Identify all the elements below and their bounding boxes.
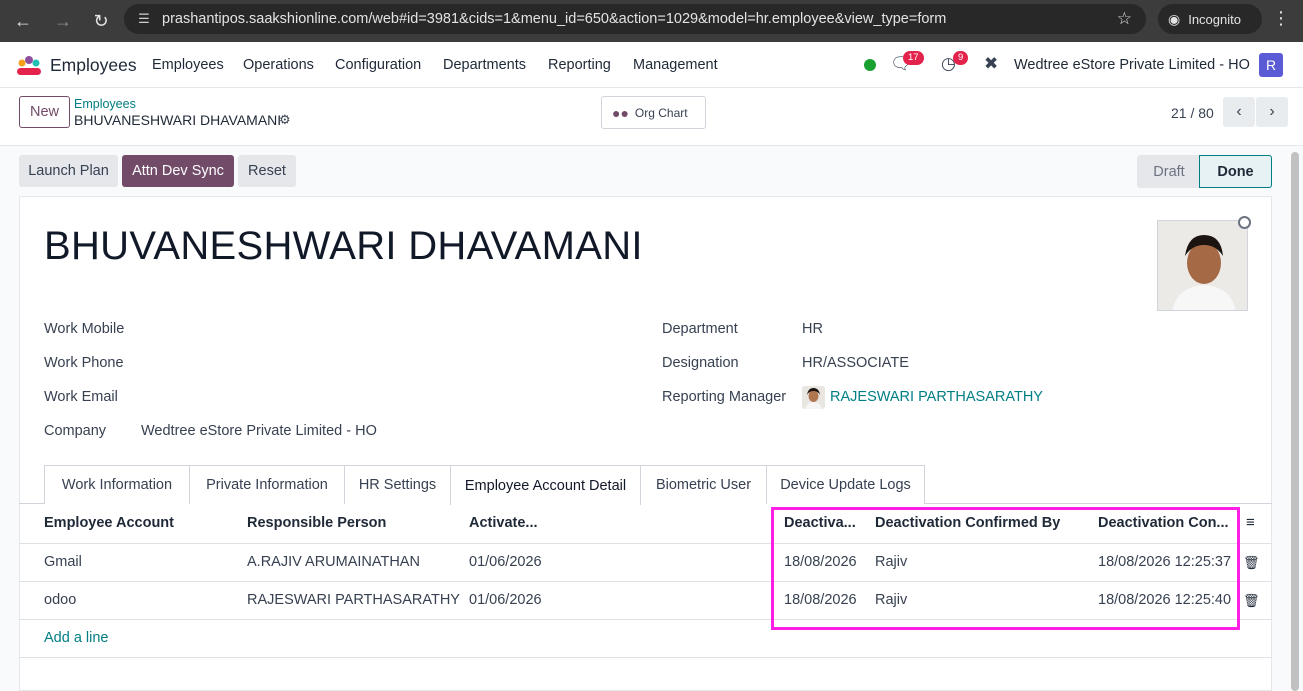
address-bar[interactable]: ☰ prashantipos.saakshionline.com/web#id=… [124,4,1146,34]
menu-management[interactable]: Management [633,57,718,73]
reload-icon[interactable]: ↻ [88,8,114,34]
browser-toolbar: ← → ↻ ☰ prashantipos.saakshionline.com/w… [0,0,1303,42]
gear-icon[interactable]: ⚙ [279,112,291,128]
work-phone-label: Work Phone [44,355,124,371]
status-draft[interactable]: Draft [1137,155,1201,188]
menu-operations[interactable]: Operations [243,57,314,73]
reporting-manager-label: Reporting Manager [662,389,787,405]
reset-button[interactable]: Reset [238,155,296,187]
department-label: Department [662,321,738,337]
scrollbar-thumb[interactable] [1291,152,1299,691]
chevron-left-icon: ‹ [1236,103,1242,120]
bookmark-star-icon[interactable]: ☆ [1117,9,1132,29]
tab-hr-settings[interactable]: HR Settings [344,465,451,504]
org-chart-label: Org Chart [634,105,688,120]
designation-field[interactable]: HR/ASSOCIATE [802,355,909,371]
page-scrollbar[interactable] [1290,150,1300,691]
user-avatar[interactable]: R [1259,53,1283,77]
table-bottom-divider [19,657,1272,658]
site-settings-icon[interactable]: ☰ [134,11,154,27]
breadcrumb-employees[interactable]: Employees [74,97,136,111]
column-header-responsible-person[interactable]: Responsible Person [247,515,386,531]
employee-photo[interactable] [1157,220,1248,311]
app-name[interactable]: Employees [50,55,137,76]
incognito-label: Incognito [1188,11,1241,27]
menu-employees[interactable]: Employees [152,57,224,73]
cell-responsible-person[interactable]: A.RAJIV ARUMAINATHAN [247,554,420,570]
attn-dev-sync-button[interactable]: Attn Dev Sync [122,155,234,187]
chevron-right-icon: › [1269,103,1275,120]
forward-icon[interactable]: → [50,8,76,34]
tab-biometric-user[interactable]: Biometric User [640,465,767,504]
column-header-employee-account[interactable]: Employee Account [44,515,174,531]
work-email-label: Work Email [44,389,118,405]
manager-avatar [802,386,825,409]
breadcrumb-current: BHUVANESHWARI DHAVAMANI [74,112,282,128]
activities-count-badge: 9 [953,51,969,65]
pager-previous-button[interactable]: ‹ [1223,97,1255,127]
online-status-dot [864,59,876,71]
control-panel: New Employees BHUVANESHWARI DHAVAMANI ⚙ … [0,88,1303,146]
tab-work-information[interactable]: Work Information [44,465,190,504]
employee-name[interactable]: BHUVANESHWARI DHAVAMANI [44,224,643,269]
back-icon[interactable]: ← [10,8,36,34]
menu-reporting[interactable]: Reporting [548,57,611,73]
employees-app-icon[interactable] [16,54,42,76]
presence-status-icon [1238,216,1251,229]
designation-label: Designation [662,355,739,371]
column-header-activate[interactable]: Activate... [469,515,538,531]
add-a-line-link[interactable]: Add a line [44,630,109,646]
employee-photo-image [1158,221,1247,310]
pager-counter[interactable]: 21 / 80 [1171,105,1214,121]
menu-departments[interactable]: Departments [443,57,526,73]
debug-tools-icon[interactable]: ✖ [984,54,998,74]
messages-count-badge: 17 [903,51,924,65]
annotation-highlight-box [771,507,1240,630]
status-done[interactable]: Done [1199,155,1272,188]
optional-columns-icon[interactable]: ≡ [1246,514,1255,531]
delete-row-icon[interactable]: 🗑 [1243,593,1260,609]
pager-next-button[interactable]: › [1256,97,1288,127]
cell-employee-account[interactable]: odoo [44,592,76,608]
tab-device-update-logs[interactable]: Device Update Logs [766,465,925,504]
department-field[interactable]: HR [802,321,823,337]
company-switcher[interactable]: Wedtree eStore Private Limited - HO [1014,57,1250,73]
browser-menu-icon[interactable]: ⋮ [1272,8,1290,29]
url-text: prashantipos.saakshionline.com/web#id=39… [162,11,947,27]
cell-activate-date[interactable]: 01/06/2026 [469,554,542,570]
new-button[interactable]: New [19,96,70,128]
tab-private-information[interactable]: Private Information [189,465,345,504]
cell-employee-account[interactable]: Gmail [44,554,82,570]
cell-responsible-person[interactable]: RAJESWARI PARTHASARATHY [247,592,460,608]
menu-configuration[interactable]: Configuration [335,57,421,73]
cell-activate-date[interactable]: 01/06/2026 [469,592,542,608]
incognito-icon: ◉ [1168,10,1181,27]
company-label: Company [44,423,107,439]
people-icon: ●● [612,104,629,121]
work-mobile-label: Work Mobile [44,321,125,337]
manager-avatar-image [802,386,825,409]
delete-row-icon[interactable]: 🗑 [1243,555,1260,571]
org-chart-button[interactable]: ●● Org Chart [601,96,706,129]
incognito-badge[interactable]: ◉ Incognito [1158,4,1262,34]
reporting-manager-field[interactable]: RAJESWARI PARTHASARATHY [830,389,1043,405]
tab-employee-account-detail[interactable]: Employee Account Detail [450,465,641,505]
company-field[interactable]: Wedtree eStore Private Limited - HO [141,423,377,439]
odoo-navbar: Employees Employees Operations Configura… [0,42,1303,88]
launch-plan-button[interactable]: Launch Plan [19,155,118,187]
